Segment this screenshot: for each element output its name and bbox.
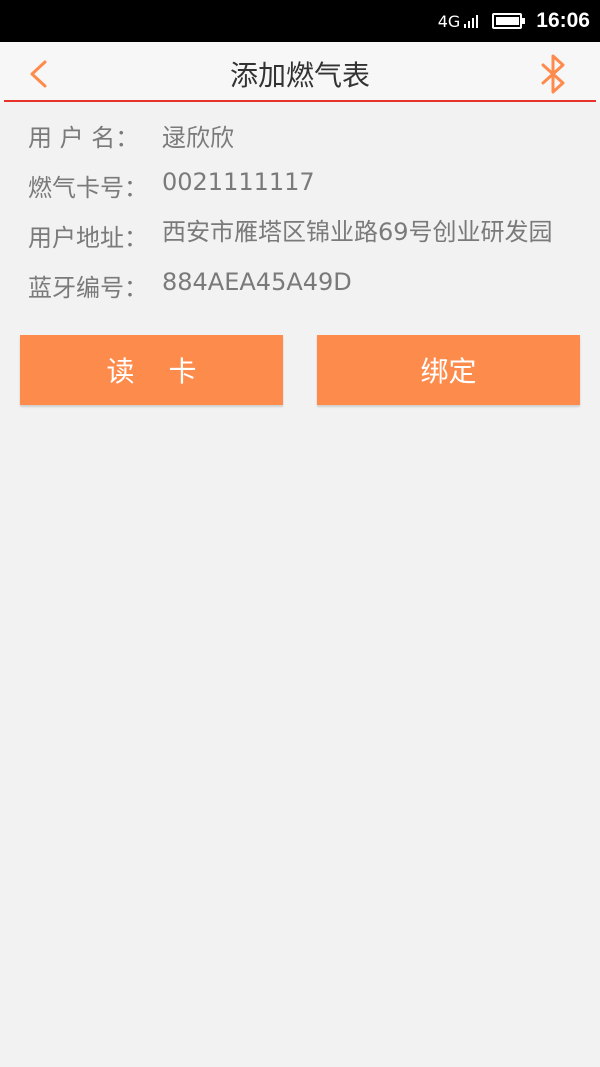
status-indicators: 4G 16:06	[438, 0, 590, 42]
username-row: 用 户 名： 逯欣欣	[28, 118, 588, 168]
card-number-row: 燃气卡号： 0021111117	[28, 168, 588, 218]
bluetooth-icon	[541, 54, 565, 94]
address-row: 用户地址： 西安市雁塔区锦业路69号创业研发园	[28, 218, 588, 268]
address-value: 西安市雁塔区锦业路69号创业研发园	[162, 218, 553, 246]
status-time: 16:06	[536, 9, 590, 32]
meter-info: 用 户 名： 逯欣欣 燃气卡号： 0021111117 用户地址： 西安市雁塔区…	[28, 118, 588, 318]
bluetooth-id-value: 884AEA45A49D	[162, 268, 352, 296]
bluetooth-id-row: 蓝牙编号： 884AEA45A49D	[28, 268, 588, 318]
battery-icon	[492, 13, 526, 29]
network-type: 4G	[437, 11, 461, 31]
title-bar: 添加燃气表	[0, 42, 600, 102]
bluetooth-button[interactable]	[534, 52, 574, 96]
page-title: 添加燃气表	[229, 59, 370, 92]
card-number-label: 燃气卡号：	[28, 174, 148, 202]
username-value: 逯欣欣	[162, 124, 234, 152]
bluetooth-id-label: 蓝牙编号：	[28, 274, 148, 302]
signal-icon	[462, 14, 479, 28]
read-card-button[interactable]: 读卡	[20, 335, 283, 405]
title-divider	[4, 100, 596, 102]
username-label: 用 户 名：	[28, 124, 140, 152]
card-number-value: 0021111117	[162, 168, 315, 196]
status-bar: 4G 16:06	[0, 0, 600, 42]
address-label: 用户地址：	[28, 224, 148, 252]
bind-button[interactable]: 绑定	[317, 335, 580, 405]
